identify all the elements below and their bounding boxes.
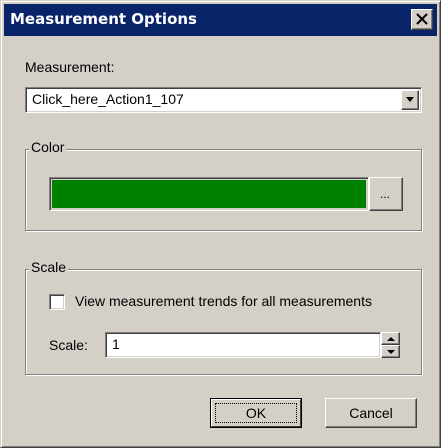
chevron-down-icon [406,97,414,102]
browse-color-button[interactable]: ... [369,177,403,211]
scale-label: Scale: [49,337,88,353]
ok-button[interactable]: OK [210,398,302,428]
scale-input[interactable]: 1 [105,332,381,358]
chevron-up-icon [387,337,395,341]
scale-spin-down-button[interactable] [381,345,400,358]
scale-spin-up-button[interactable] [381,332,400,345]
cancel-button[interactable]: Cancel [325,398,417,428]
chevron-down-icon [387,350,395,354]
measurement-selected-value: Click_here_Action1_107 [32,91,184,107]
scale-group-title: Scale [29,259,69,275]
scale-group [25,269,422,375]
scale-value: 1 [112,336,120,352]
color-fill [52,180,366,208]
measurement-dropdown[interactable]: Click_here_Action1_107 [25,87,422,113]
title-bar[interactable]: Measurement Options [4,4,437,36]
dropdown-arrow-button[interactable] [401,90,419,110]
window-title: Measurement Options [10,10,197,28]
view-trends-checkbox[interactable] [49,294,65,310]
color-group-title: Color [29,139,67,155]
cancel-button-label: Cancel [349,405,393,421]
measurement-label: Measurement: [25,59,115,75]
close-icon [416,13,428,25]
view-trends-label[interactable]: View measurement trends for all measurem… [75,293,372,309]
close-button[interactable] [411,9,433,30]
measurement-options-dialog: Measurement Options Measurement: Click_h… [0,0,441,448]
ok-button-label: OK [245,405,267,421]
browse-color-label: ... [380,187,391,201]
color-swatch[interactable] [49,177,369,211]
